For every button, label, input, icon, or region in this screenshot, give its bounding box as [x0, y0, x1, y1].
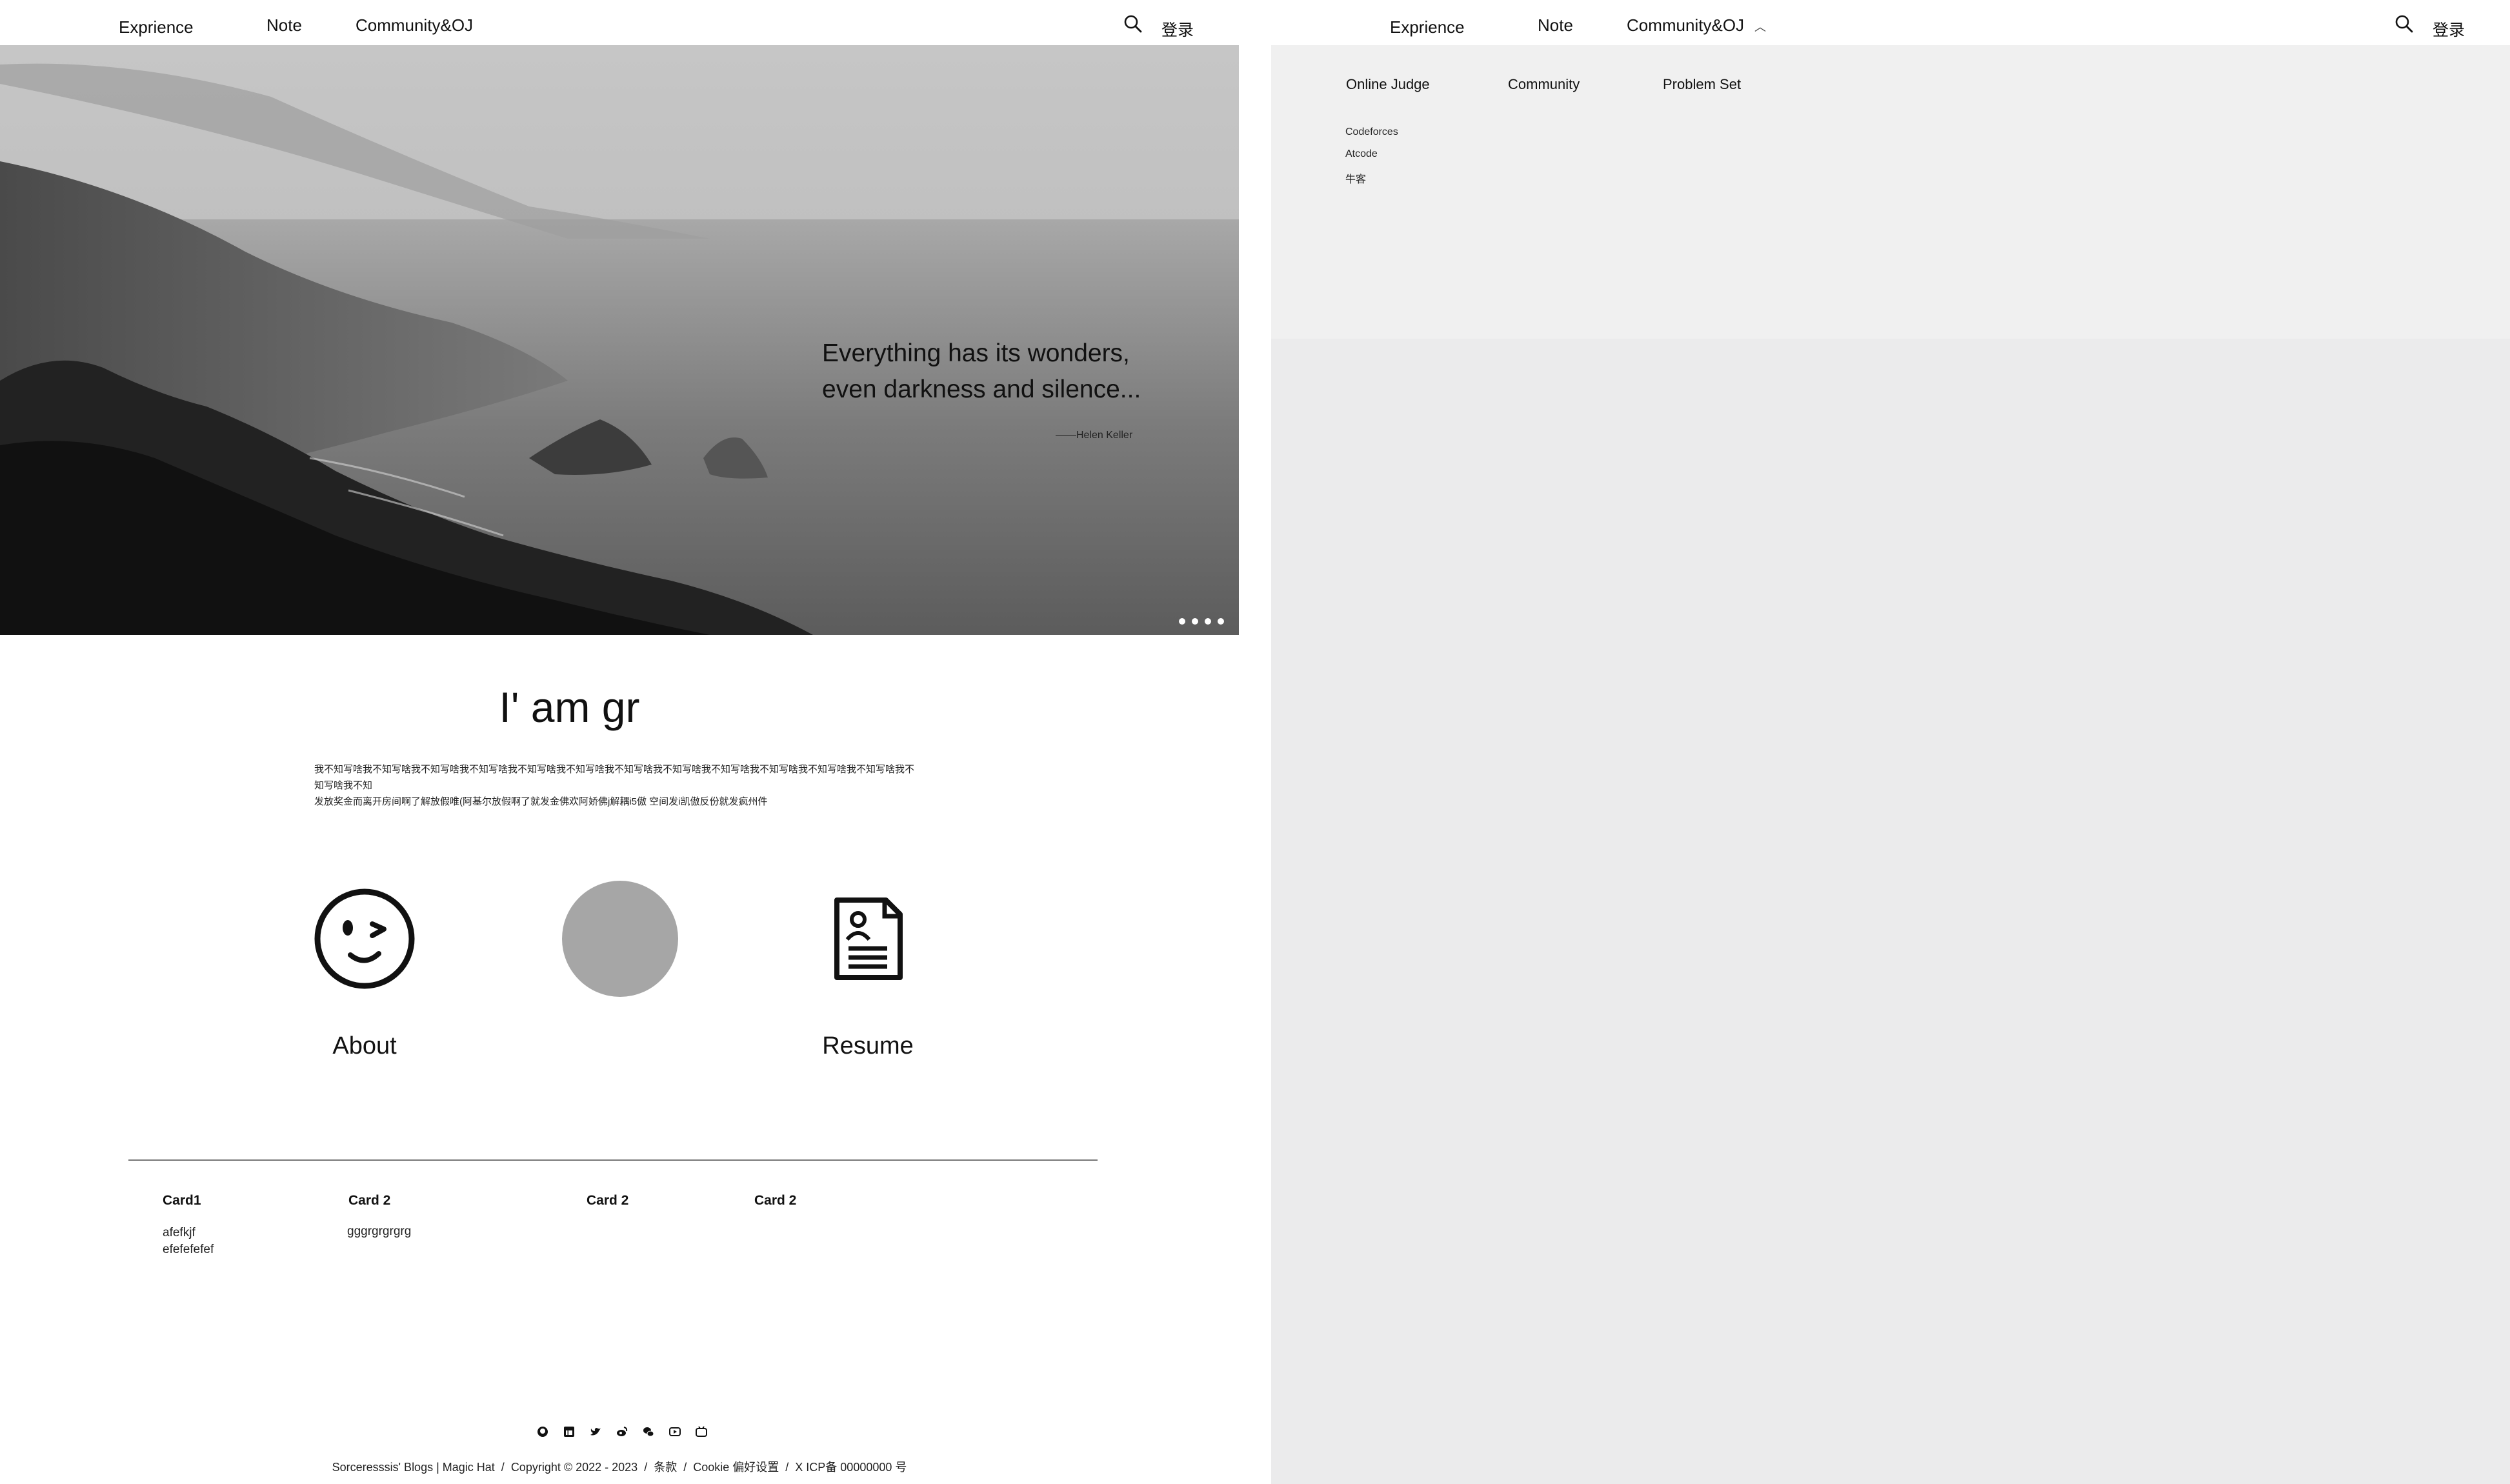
carousel-dot-3[interactable] [1205, 618, 1211, 625]
nav-brand-exprience[interactable]: Exprience [119, 17, 194, 37]
social-icons [537, 1426, 722, 1438]
linkedin-icon[interactable] [563, 1426, 575, 1438]
weibo-icon[interactable] [616, 1426, 628, 1438]
winking-face-icon [314, 888, 415, 989]
search-icon[interactable] [1123, 14, 1143, 34]
nav-brand-exprience[interactable]: Exprience [1390, 17, 1465, 37]
intro-text-line1: 我不知写啥我不知写啥我不知写啥我不知写啥我不知写啥我不知写啥我不知写啥我不知写啥… [314, 764, 915, 791]
nav-community-oj[interactable]: Community&OJ [356, 15, 473, 35]
wechat-icon[interactable] [643, 1426, 654, 1438]
footer-site: Sorceresssis' Blogs | Magic Hat [332, 1461, 495, 1474]
card-3-title: Card 2 [587, 1193, 629, 1208]
dropdown-oj-niuke[interactable]: 牛客 [1345, 170, 1366, 186]
hero-carousel: Everything has its wonders, even darknes… [0, 45, 1239, 635]
intro-text-line2: 发放奖金而离开房间啊了解放假唯(阿基尔放假啊了就发金佛欢阿娇佛j解耦i5傲 空间… [314, 796, 768, 807]
dropdown-problem-set[interactable]: Problem Set [1663, 76, 1741, 93]
login-link[interactable]: 登录 [1161, 17, 1194, 41]
intro-text: 我不知写啥我不知写啥我不知写啥我不知写啥我不知写啥我不知写啥我不知写啥我不知写啥… [314, 761, 921, 810]
home-page: Exprience Note Community&OJ 登录 Everythin… [0, 0, 1239, 1484]
dropdown-oj-codeforces[interactable]: Codeforces [1345, 126, 1398, 138]
community-dropdown-page: Exprience Note Community&OJ ︿ 登录 Online J… [1271, 0, 2510, 1484]
card-1-body: afefkjf efefefefef [163, 1226, 214, 1256]
hero-quote-line1: Everything has its wonders, [822, 339, 1130, 367]
footer-copyright: Copyright © 2022 - 2023 [510, 1461, 638, 1474]
top-nav-dropdown-state: Exprience Note Community&OJ ︿ 登录 [1271, 0, 2510, 45]
about-feature[interactable] [281, 877, 448, 1003]
github-icon[interactable] [537, 1426, 548, 1438]
card-4-title: Card 2 [754, 1193, 797, 1208]
hero-quote-author: ——Helen Keller [1056, 430, 1133, 441]
youtube-icon[interactable] [669, 1426, 681, 1438]
carousel-dot-1[interactable] [1179, 618, 1185, 625]
carousel-indicators [1179, 616, 1230, 628]
placeholder-circle [562, 881, 678, 997]
top-nav: Exprience Note Community&OJ 登录 [0, 0, 1239, 45]
nav-note[interactable]: Note [266, 15, 302, 35]
dropdown-oj-atcode[interactable]: Atcode [1345, 148, 1378, 160]
nav-community-oj-active[interactable]: Community&OJ ︿ [1627, 15, 1766, 35]
carousel-dot-4[interactable] [1218, 618, 1224, 625]
hero-quote: Everything has its wonders, even darknes… [822, 336, 1158, 408]
card-2-body: gggrgrgrgrg [347, 1225, 412, 1238]
nav-note[interactable]: Note [1538, 15, 1573, 35]
hero-quote-line2: even darkness and silence... [822, 376, 1141, 403]
center-feature [536, 877, 704, 1003]
dropdown-community[interactable]: Community [1508, 76, 1580, 93]
about-label[interactable]: About [281, 1032, 448, 1060]
community-dropdown-panel [1271, 45, 2510, 339]
resume-document-icon [834, 897, 903, 980]
carousel-dot-2[interactable] [1192, 618, 1198, 625]
site-footer: Sorceresssis' Blogs | Magic Hat / Copyrigh… [332, 1461, 907, 1474]
dropdown-online-judge[interactable]: Online Judge [1346, 76, 1430, 93]
nav-community-oj-label: Community&OJ [1627, 15, 1745, 35]
section-divider [128, 1159, 1098, 1161]
intro-title: I' am gr [499, 683, 640, 731]
bilibili-icon[interactable] [696, 1426, 707, 1438]
card-1-title: Card1 [163, 1193, 201, 1208]
login-link[interactable]: 登录 [2433, 17, 2465, 41]
card-2-title: Card 2 [348, 1193, 391, 1208]
search-icon[interactable] [2395, 14, 2414, 34]
resume-label[interactable]: Resume [784, 1032, 952, 1060]
footer-cookie-link[interactable]: Cookie 偏好设置 [693, 1461, 779, 1474]
footer-icp-link[interactable]: X ICP备 00000000 号 [795, 1461, 907, 1474]
chevron-up-icon: ︿ [1754, 21, 1767, 34]
twitter-icon[interactable] [590, 1426, 601, 1438]
resume-feature[interactable] [784, 877, 952, 1003]
footer-terms-link[interactable]: 条款 [654, 1461, 677, 1474]
